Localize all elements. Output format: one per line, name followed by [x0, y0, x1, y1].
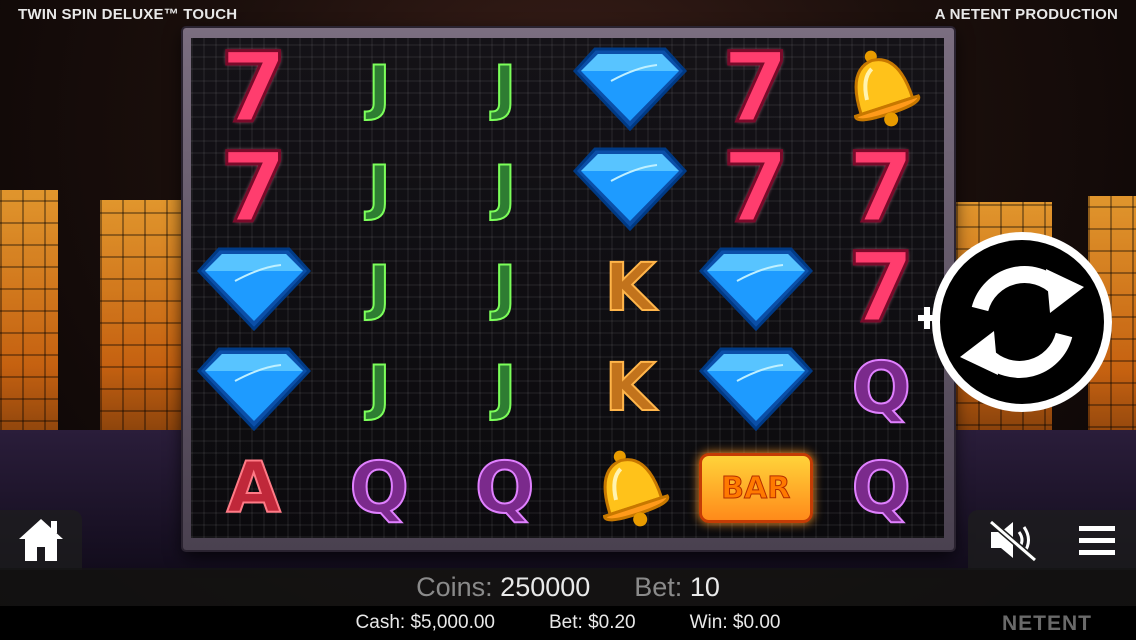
diamond-icon	[698, 347, 813, 431]
j-symbol: J	[493, 53, 517, 123]
bet-label: Bet:	[634, 571, 683, 602]
symbol-grid: 7 J J 7 7 J J 7 7 J J K 7 J J K Q A Q Q BAR Q	[191, 38, 944, 538]
win-label: Win:	[689, 612, 728, 633]
bell-icon	[603, 450, 670, 527]
reel-cell: 7	[191, 138, 317, 238]
home-button[interactable]	[0, 510, 82, 570]
j-symbol: J	[493, 153, 517, 223]
cash-label: Cash:	[355, 612, 406, 633]
k-symbol: K	[604, 249, 657, 326]
right-controls	[968, 510, 1136, 570]
reel-cell: 7	[191, 38, 317, 138]
bet-amount-display: Bet: $0.20	[549, 612, 636, 634]
reel-cell: J	[442, 38, 568, 138]
j-symbol: J	[367, 153, 391, 223]
diamond-icon	[573, 147, 688, 231]
reel-cell: J	[442, 338, 568, 438]
j-symbol: J	[367, 253, 391, 323]
win-value: $0.00	[732, 612, 781, 633]
reel-cell: J	[317, 38, 443, 138]
cash-display: Cash: $5,000.00	[356, 612, 495, 634]
q-symbol: Q	[348, 447, 409, 529]
k-symbol: K	[604, 349, 657, 426]
reel-cell	[568, 38, 694, 138]
seven-symbol: 7	[846, 132, 916, 244]
seven-symbol: 7	[721, 132, 791, 244]
sound-muted-icon	[989, 519, 1037, 562]
coins-bet-bar: Coins: 250000 Bet: 10	[0, 568, 1136, 606]
reel-cell: J	[442, 138, 568, 238]
game-title: TWIN SPIN DELUXE™ TOUCH	[18, 6, 238, 23]
bar-symbol: BAR	[698, 453, 813, 523]
diamond-icon	[573, 47, 688, 131]
reel-cell: 7	[693, 138, 819, 238]
spin-refresh-icon	[918, 232, 1112, 412]
win-display: Win: $0.00	[690, 612, 781, 634]
q-symbol: Q	[474, 447, 535, 529]
reel-cell: J	[317, 238, 443, 338]
reel-cell: J	[317, 138, 443, 238]
producer-label: A NETENT PRODUCTION	[934, 6, 1118, 23]
reel-cell: Q	[442, 438, 568, 538]
seven-symbol: 7	[219, 38, 289, 144]
seven-symbol: 7	[219, 132, 289, 244]
reel-cell: J	[317, 338, 443, 438]
reel-cell: Q	[317, 438, 443, 538]
reel-cell: Q	[819, 438, 945, 538]
reel-cell: 7	[819, 138, 945, 238]
bet-value: 10	[689, 571, 720, 602]
q-symbol: Q	[850, 447, 911, 529]
status-bar: Cash: $5,000.00 Bet: $0.20 Win: $0.00	[0, 606, 1136, 640]
reel-cell	[568, 138, 694, 238]
reel-cell: BAR	[693, 438, 819, 538]
reel-cell: A	[191, 438, 317, 538]
reel-cell	[693, 238, 819, 338]
bet-amount-label: Bet:	[548, 612, 583, 633]
reel-cell: J	[442, 238, 568, 338]
j-symbol: J	[367, 53, 391, 123]
j-symbol: J	[493, 253, 517, 323]
j-symbol: J	[367, 353, 391, 423]
a-symbol: A	[226, 447, 282, 529]
reel-cell: K	[568, 238, 694, 338]
q-symbol: Q	[850, 347, 911, 429]
bet-display: Bet: 10	[634, 572, 720, 603]
diamond-icon	[698, 247, 813, 331]
seven-symbol: 7	[846, 232, 916, 344]
menu-icon	[1079, 526, 1115, 555]
reel-cell: K	[568, 338, 694, 438]
sound-toggle-button[interactable]	[987, 518, 1039, 562]
reel-cell	[568, 438, 694, 538]
reel-cell	[191, 238, 317, 338]
reel-cell	[819, 38, 945, 138]
coins-label: Coins:	[416, 571, 493, 602]
home-icon	[19, 519, 63, 561]
cash-value: $5,000.00	[410, 612, 495, 633]
reel-frame: 7 J J 7 7 J J 7 7 J J K 7 J J K Q A Q Q BAR Q	[183, 28, 954, 550]
seven-symbol: 7	[721, 38, 791, 144]
reel-cell: 7	[693, 38, 819, 138]
diamond-icon	[196, 247, 311, 331]
coins-value: 250000	[500, 571, 591, 602]
bell-icon	[854, 50, 921, 127]
j-symbol: J	[493, 353, 517, 423]
coins-display: Coins: 250000	[416, 572, 590, 603]
reel-cell	[693, 338, 819, 438]
menu-button[interactable]	[1077, 522, 1117, 558]
diamond-icon	[196, 347, 311, 431]
reel-cell	[191, 338, 317, 438]
spin-button[interactable]	[918, 229, 1114, 415]
reel-area: 7 J J 7 7 J J 7 7 J J K 7 J J K Q A Q Q BAR Q	[191, 38, 944, 538]
bet-amount-value: $0.20	[588, 612, 636, 633]
netent-logo: NETENT	[1002, 612, 1092, 635]
